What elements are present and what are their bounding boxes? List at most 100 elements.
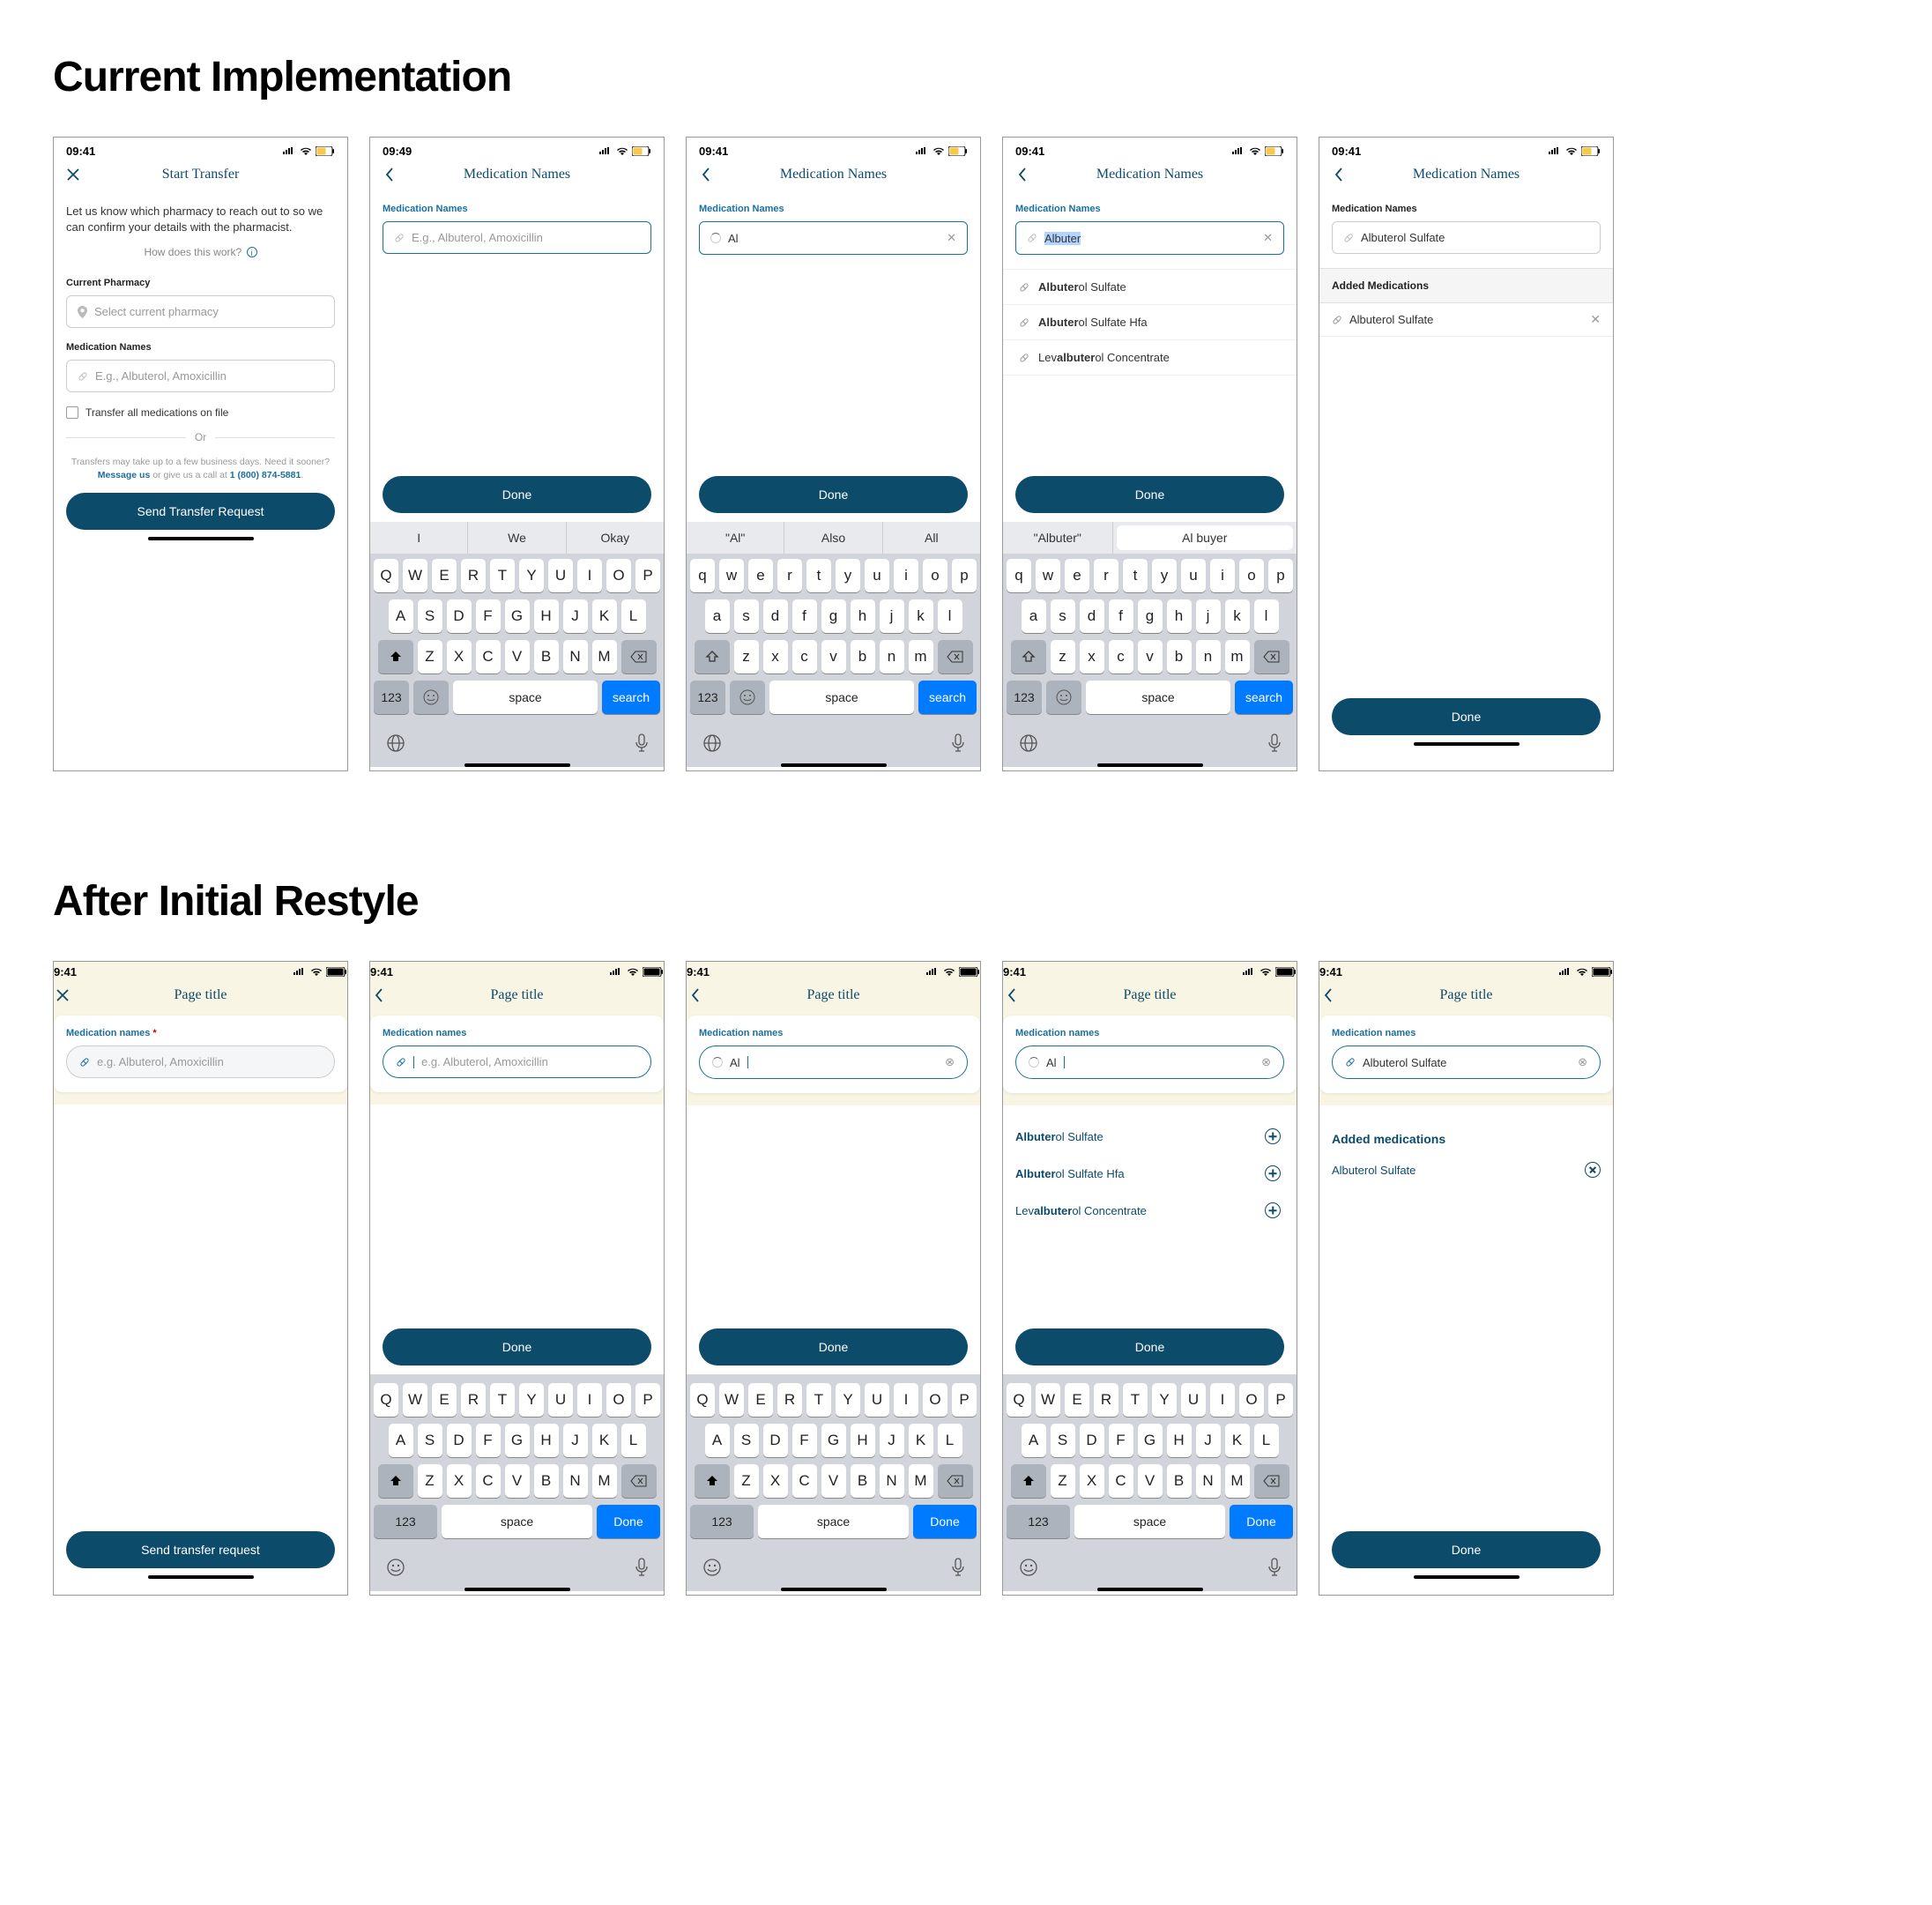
space-key[interactable]: space (1074, 1505, 1225, 1538)
back-icon[interactable] (697, 166, 715, 183)
done-button[interactable]: Done (699, 1328, 968, 1365)
done-button[interactable]: Done (1015, 476, 1284, 513)
input-med-names[interactable]: e.g. Albuterol, Amoxicillin (66, 1046, 335, 1078)
done-key[interactable]: Done (1230, 1505, 1293, 1538)
input-med-names[interactable]: Albuterol Sulfate (1332, 221, 1601, 254)
input-med-names[interactable]: Al⊗ (1015, 1046, 1284, 1079)
backspace-key[interactable] (1254, 640, 1289, 673)
input-med-names[interactable]: Al✕ (699, 221, 968, 255)
keyboard[interactable]: QWERTYUIOP ASDFGHJKL ZXCVBNM 123spaceDon… (687, 1374, 980, 1591)
input-med-names[interactable]: E.g., Albuterol, Amoxicillin (66, 360, 335, 392)
clear-icon[interactable]: ✕ (947, 231, 956, 245)
clear-icon[interactable]: ⊗ (945, 1055, 955, 1069)
back-icon[interactable] (1014, 166, 1031, 183)
num-key[interactable]: 123 (374, 681, 409, 714)
mic-icon[interactable] (635, 733, 648, 753)
clear-icon[interactable]: ⊗ (1261, 1055, 1271, 1069)
emoji-icon[interactable] (1019, 1558, 1038, 1577)
suggestion-item[interactable]: Albuterol Sulfate Hfa (1015, 1155, 1284, 1192)
emoji-key[interactable] (1046, 681, 1081, 714)
backspace-key[interactable] (621, 640, 657, 673)
done-button[interactable]: Done (699, 476, 968, 513)
shift-key[interactable] (1011, 640, 1046, 673)
clear-icon[interactable]: ⊗ (1578, 1055, 1587, 1069)
remove-icon[interactable] (1585, 1162, 1601, 1178)
space-key[interactable]: space (758, 1505, 909, 1538)
keyboard[interactable]: QWERTYUIOP ASDFGHJKL ZXCVBNM 123spaceDon… (1003, 1374, 1297, 1591)
keyboard[interactable]: AlbuterAl buyer QWERTYUIOP ASDFGHJKL ZXC… (1003, 522, 1297, 767)
done-button[interactable]: Done (1332, 698, 1601, 735)
search-key[interactable]: search (602, 681, 660, 714)
back-icon[interactable] (1330, 166, 1348, 183)
globe-icon[interactable] (1019, 733, 1038, 753)
back-icon[interactable] (381, 166, 398, 183)
clear-icon[interactable]: ✕ (1263, 231, 1273, 245)
add-icon[interactable] (1265, 1128, 1281, 1144)
suggestion-item[interactable]: Albuterol Sulfate (1015, 1118, 1284, 1155)
emoji-icon[interactable] (702, 1558, 722, 1577)
message-us-link[interactable]: Message us (98, 470, 151, 480)
done-button[interactable]: Done (383, 476, 651, 513)
done-button[interactable]: Done (1015, 1328, 1284, 1365)
emoji-key[interactable] (413, 681, 449, 714)
back-icon[interactable] (687, 986, 704, 1004)
remove-icon[interactable]: ✕ (1590, 312, 1601, 327)
back-icon[interactable] (1003, 986, 1021, 1004)
suggestion-item[interactable]: Levalbuterol Concentrate (1015, 1192, 1284, 1229)
shift-key[interactable] (378, 640, 413, 673)
send-transfer-button[interactable]: Send Transfer Request (66, 493, 335, 530)
keyboard[interactable]: IWeOkay QWERTYUIOP ASDFGHJKL ZXCVBNM 123… (370, 522, 664, 767)
input-current-pharmacy[interactable]: Select current pharmacy (66, 295, 335, 328)
close-icon[interactable] (54, 986, 71, 1004)
done-key[interactable]: Done (913, 1505, 977, 1538)
space-key[interactable]: space (442, 1505, 592, 1538)
emoji-icon[interactable] (386, 1558, 405, 1577)
emoji-key[interactable] (730, 681, 765, 714)
mic-icon[interactable] (1268, 1558, 1281, 1577)
backspace-key[interactable] (938, 640, 973, 673)
input-med-names[interactable]: e.g. Albuterol, Amoxicillin (383, 1046, 651, 1078)
mic-icon[interactable] (635, 1558, 648, 1577)
globe-icon[interactable] (702, 733, 722, 753)
done-button[interactable]: Done (1332, 1531, 1601, 1568)
num-key[interactable]: 123 (690, 681, 725, 714)
search-key[interactable]: search (1235, 681, 1293, 714)
mic-icon[interactable] (1268, 733, 1281, 753)
shift-key[interactable] (695, 640, 730, 673)
done-button[interactable]: Done (383, 1328, 651, 1365)
mic-icon[interactable] (952, 733, 964, 753)
num-key[interactable]: 123 (1007, 1505, 1070, 1538)
shift-key[interactable] (695, 1464, 730, 1498)
space-key[interactable]: space (453, 681, 598, 714)
shift-key[interactable] (1011, 1464, 1046, 1498)
globe-icon[interactable] (386, 733, 405, 753)
checkbox-transfer-all[interactable]: Transfer all medications on file (66, 406, 335, 419)
input-med-names[interactable]: Al⊗ (699, 1046, 968, 1079)
input-med-names[interactable]: E.g., Albuterol, Amoxicillin (383, 221, 651, 254)
done-key[interactable]: Done (597, 1505, 660, 1538)
suggestion-item[interactable]: Albuterol Sulfate (1003, 270, 1297, 305)
close-icon[interactable] (64, 166, 82, 183)
input-med-names[interactable]: Albuterol Sulfate⊗ (1332, 1046, 1601, 1079)
suggestion-item[interactable]: Albuterol Sulfate Hfa (1003, 305, 1297, 340)
backspace-key[interactable] (1254, 1464, 1289, 1498)
phone-link[interactable]: 1 (800) 874-5881 (230, 470, 301, 480)
keyboard[interactable]: QWERTYUIOP ASDFGHJKL ZXCVBNM 123spaceDon… (370, 1374, 664, 1591)
num-key[interactable]: 123 (1007, 681, 1042, 714)
send-transfer-button[interactable]: Send transfer request (66, 1531, 335, 1568)
backspace-key[interactable] (938, 1464, 973, 1498)
add-icon[interactable] (1265, 1202, 1281, 1218)
input-med-names[interactable]: Albuter✕ (1015, 221, 1284, 255)
shift-key[interactable] (378, 1464, 413, 1498)
num-key[interactable]: 123 (374, 1505, 437, 1538)
back-icon[interactable] (370, 986, 388, 1004)
mic-icon[interactable] (952, 1558, 964, 1577)
how-link[interactable]: How does this work? i (66, 246, 335, 258)
num-key[interactable]: 123 (690, 1505, 754, 1538)
space-key[interactable]: space (769, 681, 914, 714)
space-key[interactable]: space (1086, 681, 1230, 714)
search-key[interactable]: search (918, 681, 977, 714)
backspace-key[interactable] (621, 1464, 657, 1498)
add-icon[interactable] (1265, 1165, 1281, 1181)
suggestion-item[interactable]: Levalbuterol Concentrate (1003, 340, 1297, 376)
